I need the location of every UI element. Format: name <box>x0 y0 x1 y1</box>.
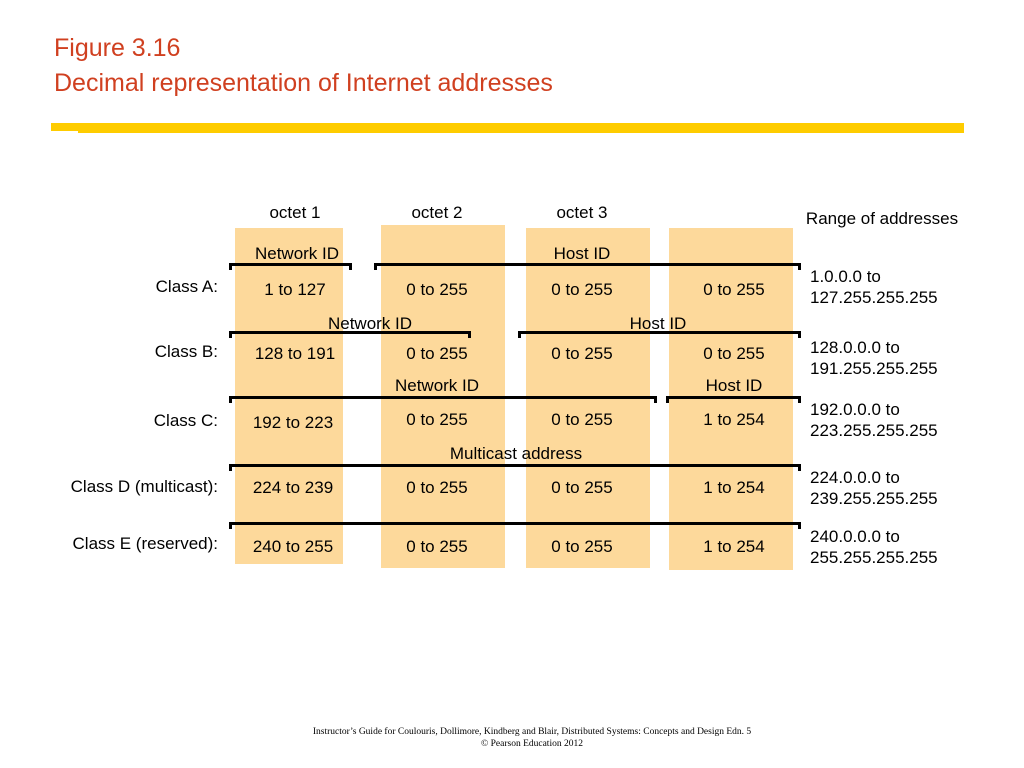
octet-3-header: octet 3 <box>556 203 608 222</box>
class-b-octet-3: 0 to 255 <box>551 344 613 363</box>
footer-citation: Instructor’s Guide for Coulouris, Dollim… <box>312 727 752 737</box>
class-b-range-from: 128.0.0.0 to <box>810 338 900 357</box>
class-e-octet-1: 240 to 255 <box>252 537 334 556</box>
class-d-octet-3: 0 to 255 <box>551 478 613 497</box>
class-b-octet-2: 0 to 255 <box>406 344 468 363</box>
class-e-octet-2: 0 to 255 <box>406 537 468 556</box>
footer-copyright: © Pearson Education 2012 <box>481 739 583 749</box>
class-e-range-to: 255.255.255.255 <box>810 548 938 567</box>
class-b-network-bracket <box>229 331 471 338</box>
class-b-octet-1: 128 to 191 <box>254 344 336 363</box>
range-heading: Range of addresses <box>805 209 959 228</box>
class-c-octet-3: 0 to 255 <box>551 410 613 429</box>
class-e-bracket <box>229 522 801 529</box>
class-c-network-id-label: Network ID <box>394 376 480 395</box>
class-e-label: Class E (reserved): <box>72 534 218 553</box>
class-d-multicast-label: Multicast address <box>449 444 583 463</box>
octet-2-header: octet 2 <box>411 203 463 222</box>
rule-notch <box>51 131 78 134</box>
class-a-octet-4: 0 to 255 <box>703 280 765 299</box>
class-c-host-id-label: Host ID <box>705 376 763 395</box>
class-d-octet-4: 1 to 254 <box>703 478 765 497</box>
class-a-range-from: 1.0.0.0 to <box>810 267 881 286</box>
octet-1-header: octet 1 <box>269 203 321 222</box>
class-b-host-bracket <box>518 331 801 338</box>
class-e-range-from: 240.0.0.0 to <box>810 527 900 546</box>
class-a-range-to: 127.255.255.255 <box>810 288 938 307</box>
class-a-octet-2: 0 to 255 <box>406 280 468 299</box>
class-d-label: Class D (multicast): <box>70 477 218 496</box>
class-d-range-from: 224.0.0.0 to <box>810 468 900 487</box>
class-c-octet-2: 0 to 255 <box>406 410 468 429</box>
class-a-octet-3: 0 to 255 <box>551 280 613 299</box>
class-c-host-bracket <box>666 396 801 403</box>
class-c-range-to: 223.255.255.255 <box>810 421 938 440</box>
figure-number: Figure 3.16 <box>54 34 181 62</box>
class-a-network-id-label: Network ID <box>254 244 340 263</box>
class-c-label: Class C: <box>153 411 218 430</box>
class-d-octet-1: 224 to 239 <box>252 478 334 497</box>
class-d-multicast-bracket <box>229 464 801 471</box>
class-b-octet-4: 0 to 255 <box>703 344 765 363</box>
class-d-range-to: 239.255.255.255 <box>810 489 938 508</box>
class-c-range-from: 192.0.0.0 to <box>810 400 900 419</box>
class-a-label: Class A: <box>155 277 218 296</box>
class-a-host-id-label: Host ID <box>553 244 611 263</box>
class-d-octet-2: 0 to 255 <box>406 478 468 497</box>
class-a-octet-1: 1 to 127 <box>264 280 326 299</box>
class-b-range-to: 191.255.255.255 <box>810 359 938 378</box>
class-c-octet-1: 192 to 223 <box>252 413 334 432</box>
title-underline-rule <box>51 123 964 133</box>
class-a-network-bracket <box>229 263 352 270</box>
class-e-octet-3: 0 to 255 <box>551 537 613 556</box>
class-c-octet-4: 1 to 254 <box>703 410 765 429</box>
class-c-network-bracket <box>229 396 657 403</box>
class-e-octet-4: 1 to 254 <box>703 537 765 556</box>
class-a-host-bracket <box>374 263 801 270</box>
figure-title: Decimal representation of Internet addre… <box>54 69 553 97</box>
class-b-label: Class B: <box>154 342 218 361</box>
